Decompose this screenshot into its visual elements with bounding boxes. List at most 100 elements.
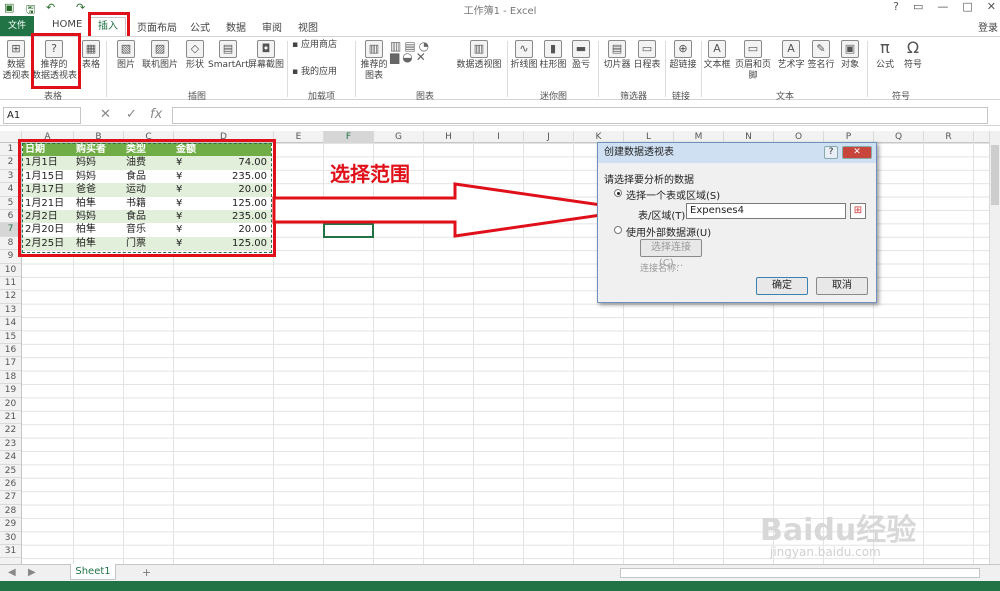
cancel-icon[interactable]: ✕ xyxy=(100,107,111,122)
signature-button[interactable]: ✎ 签名行 xyxy=(807,40,835,71)
row-header[interactable]: 11 xyxy=(0,277,21,291)
row-header[interactable]: 22 xyxy=(0,424,21,438)
column-header[interactable]: J xyxy=(524,131,574,143)
row-header[interactable]: 18 xyxy=(0,371,21,385)
radio-select-table[interactable] xyxy=(614,189,622,197)
row-header[interactable]: 25 xyxy=(0,465,21,478)
equation-button[interactable]: π 公式 xyxy=(872,40,898,71)
online-pictures-button[interactable]: ▨ 联机图片 xyxy=(140,40,180,71)
radio-external-source-label[interactable]: 使用外部数据源(U) xyxy=(626,224,711,239)
sheet-tab[interactable]: Sheet1 xyxy=(70,564,116,580)
help-icon[interactable]: ? xyxy=(893,0,899,13)
chart-type-icons[interactable]: ▥▤◔ ▆◒✕ xyxy=(390,40,450,63)
row-header[interactable]: 13 xyxy=(0,304,21,318)
column-header[interactable]: H xyxy=(424,131,474,143)
row-header[interactable]: 24 xyxy=(0,451,21,465)
recommended-charts-button[interactable]: ▥ 推荐的 图表 xyxy=(360,40,388,82)
column-header[interactable]: F xyxy=(324,131,374,143)
row-header[interactable]: 15 xyxy=(0,331,21,344)
pivot-chart-icon: ▥ xyxy=(470,40,488,58)
tab-formulas[interactable]: 公式 xyxy=(190,19,210,34)
range-picker-icon[interactable]: ⊞ xyxy=(850,203,866,219)
hyperlink-button[interactable]: ⊕ 超链接 xyxy=(668,40,698,71)
ribbon-display-icon[interactable]: ▭ xyxy=(913,0,923,13)
insert-function-icon[interactable]: fx xyxy=(150,107,162,122)
column-header[interactable]: R xyxy=(924,131,974,143)
row-header[interactable]: 19 xyxy=(0,384,21,398)
column-header[interactable]: Q xyxy=(874,131,924,143)
row-header[interactable]: 10 xyxy=(0,264,21,277)
tab-data[interactable]: 数据 xyxy=(226,19,246,34)
column-header[interactable]: I xyxy=(474,131,524,143)
scroll-thumb[interactable] xyxy=(991,145,999,205)
vertical-scrollbar[interactable] xyxy=(989,131,1000,564)
timeline-button[interactable]: ▭ 日程表 xyxy=(632,40,662,71)
pivot-table-button[interactable]: ⊞ 数据 透视表 xyxy=(2,40,30,82)
object-button[interactable]: ▣ 对象 xyxy=(837,40,863,71)
tab-page-layout[interactable]: 页面布局 xyxy=(137,19,177,34)
login-link[interactable]: 登录 xyxy=(978,19,998,34)
group-text: 文本 xyxy=(776,92,795,102)
tab-file[interactable]: 文件 xyxy=(0,16,34,36)
group-links: 链接 xyxy=(672,92,691,102)
row-header[interactable]: 16 xyxy=(0,344,21,358)
sparkline-winloss-button[interactable]: ▬ 盈亏 xyxy=(569,40,593,71)
table-button[interactable]: ▦ 表格 xyxy=(80,40,102,71)
formula-input[interactable] xyxy=(172,107,988,124)
row-header[interactable]: 30 xyxy=(0,532,21,545)
row-header[interactable]: 20 xyxy=(0,398,21,411)
pivot-chart-button[interactable]: ▥ 数据透视图 xyxy=(455,40,503,71)
row-header[interactable]: 31 xyxy=(0,545,21,559)
header-footer-button[interactable]: ▭ 页眉和页脚 xyxy=(731,40,775,82)
sheet-prev-icon[interactable]: ◀ xyxy=(8,567,16,578)
close-icon[interactable]: ✕ xyxy=(987,0,996,13)
smartart-button[interactable]: ▤ SmartArt xyxy=(208,40,249,71)
row-header[interactable]: 21 xyxy=(0,411,21,425)
column-header[interactable]: E xyxy=(274,131,324,143)
row-header[interactable]: 28 xyxy=(0,505,21,519)
ok-button[interactable]: 确定 xyxy=(756,277,808,295)
store-button[interactable]: ▪ 应用商店 xyxy=(292,40,342,51)
row-header[interactable]: 14 xyxy=(0,317,21,331)
dialog-help-icon[interactable]: ? xyxy=(824,146,838,159)
minimize-icon[interactable]: — xyxy=(937,0,948,13)
tab-home[interactable]: HOME xyxy=(52,19,82,30)
horizontal-scrollbar[interactable] xyxy=(620,568,980,578)
sparkline-column-button[interactable]: ▮ 柱形图 xyxy=(539,40,567,71)
highlight-recommended-pivot xyxy=(31,33,81,89)
store-icon: ▪ xyxy=(292,40,301,50)
watermark-url: jingyan.baidu.com xyxy=(770,545,881,559)
radio-select-table-label[interactable]: 选择一个表或区域(S) xyxy=(626,187,720,202)
row-header[interactable]: 26 xyxy=(0,478,21,492)
pictures-button[interactable]: ▧ 图片 xyxy=(114,40,138,71)
maximize-icon[interactable]: □ xyxy=(962,0,972,13)
wordart-button[interactable]: A 艺术字 xyxy=(777,40,805,71)
dialog-close-icon[interactable]: ✕ xyxy=(842,146,872,159)
range-input[interactable]: Expenses4 xyxy=(686,203,846,219)
add-sheet-icon[interactable]: + xyxy=(142,566,151,579)
column-header[interactable]: G xyxy=(374,131,424,143)
slicer-button[interactable]: ▤ 切片器 xyxy=(602,40,632,71)
my-apps-button[interactable]: ▪ 我的应用 xyxy=(292,67,346,78)
cancel-button[interactable]: 取消 xyxy=(816,277,868,295)
sheet-next-icon[interactable]: ▶ xyxy=(28,567,36,578)
shapes-icon: ◇ xyxy=(186,40,204,58)
sparkline-line-button[interactable]: ∿ 折线图 xyxy=(510,40,538,71)
picture-icon: ▧ xyxy=(117,40,135,58)
choose-connection-button[interactable]: 选择连接(C)... xyxy=(640,239,702,269)
textbox-button[interactable]: A 文本框 xyxy=(703,40,731,71)
row-header[interactable]: 17 xyxy=(0,357,21,371)
tab-review[interactable]: 审阅 xyxy=(262,19,282,34)
row-header[interactable]: 29 xyxy=(0,518,21,532)
radio-external-source[interactable] xyxy=(614,226,622,234)
row-header[interactable]: 23 xyxy=(0,438,21,452)
screenshot-button[interactable]: ◘ 屏幕截图 xyxy=(248,40,284,71)
tab-view[interactable]: 视图 xyxy=(298,19,318,34)
row-header[interactable]: 27 xyxy=(0,491,21,505)
enter-icon[interactable]: ✓ xyxy=(126,107,137,122)
symbol-button[interactable]: Ω 符号 xyxy=(900,40,926,71)
name-box[interactable]: A1 xyxy=(3,107,81,124)
shapes-button[interactable]: ◇ 形状 xyxy=(182,40,208,71)
group-symbols: 符号 xyxy=(892,92,911,102)
row-header[interactable]: 12 xyxy=(0,290,21,304)
